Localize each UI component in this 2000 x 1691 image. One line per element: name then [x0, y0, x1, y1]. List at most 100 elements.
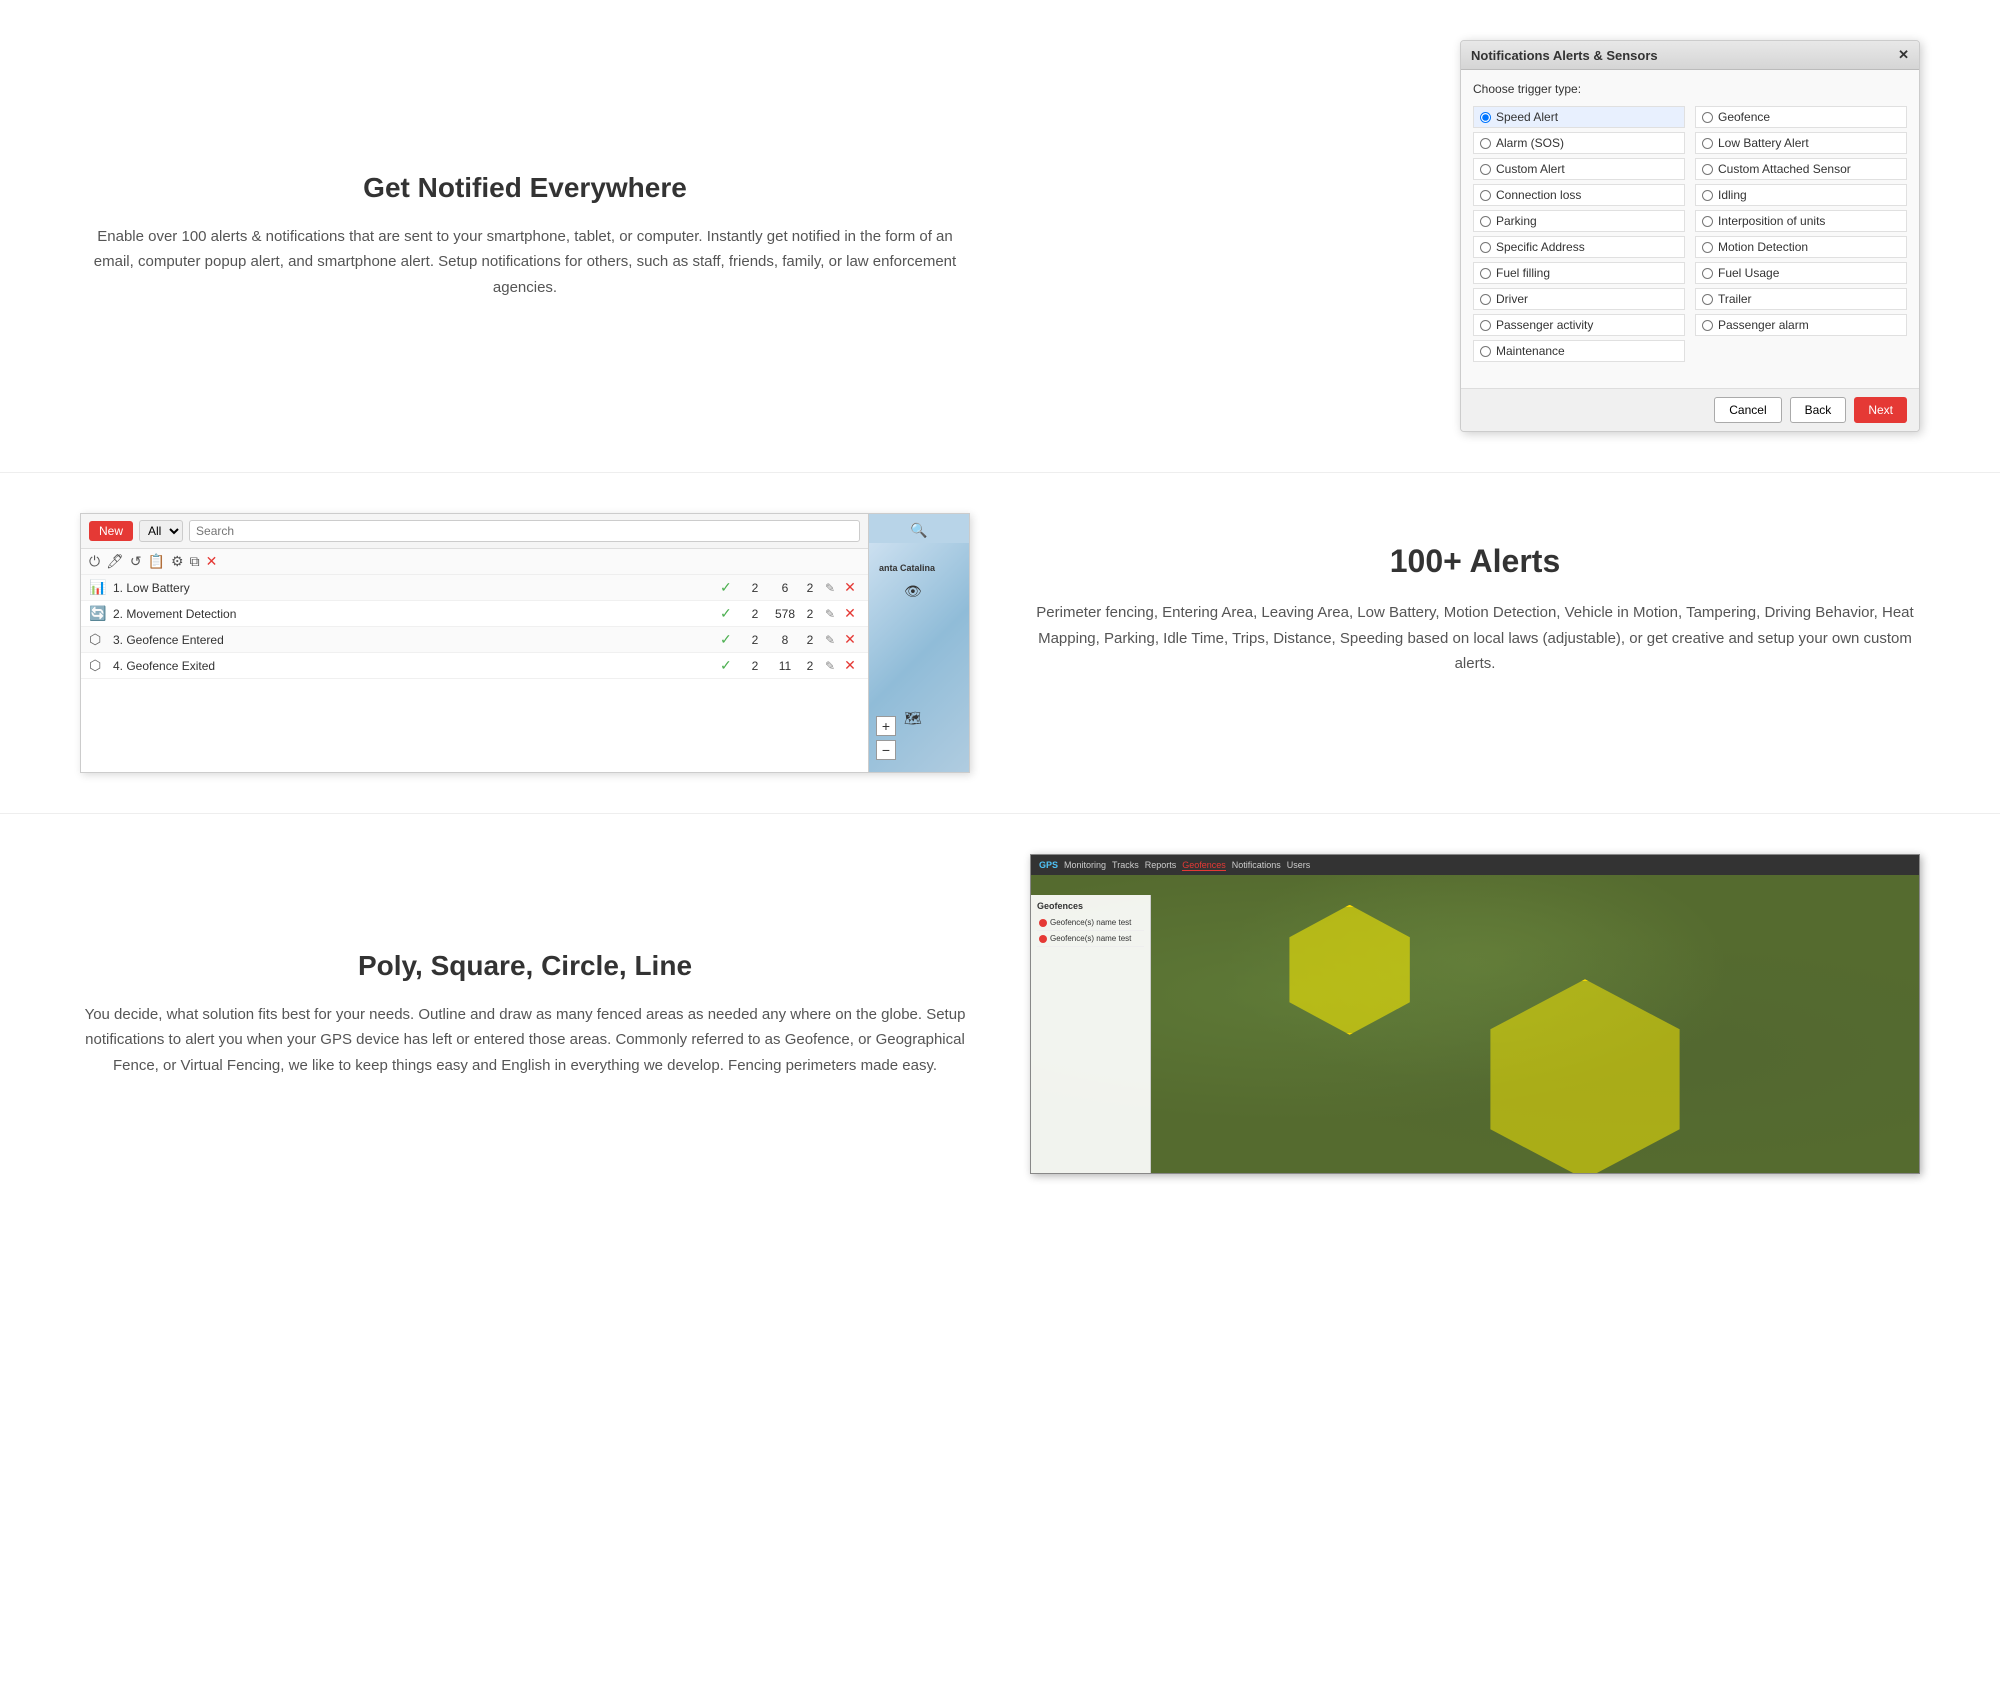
radio-motion-detection[interactable]: Motion Detection — [1695, 236, 1907, 258]
settings-icon[interactable]: ⚙ — [171, 553, 184, 570]
geo-sidebar: Geofences Geofence(s) name test Geofence… — [1031, 895, 1151, 1173]
notified-text: Get Notified Everywhere Enable over 100 … — [80, 172, 970, 301]
radio-specific-address[interactable]: Specific Address — [1473, 236, 1685, 258]
table-row: ⬡ 4. Geofence Exited ✓ 2 11 2 ✎ ✕ — [81, 653, 868, 679]
dot-icon — [1039, 919, 1047, 927]
zoom-in-button[interactable]: + — [876, 716, 896, 736]
count-events: 11 — [770, 659, 800, 673]
radio-trailer[interactable]: Trailer — [1695, 288, 1907, 310]
edit-row-icon[interactable]: ✎ — [820, 581, 840, 595]
geofence-map: GPS Monitoring Tracks Reports Geofences … — [1030, 854, 1920, 1174]
next-button[interactable]: Next — [1854, 397, 1907, 423]
alerts-toolbar: New All — [81, 514, 868, 549]
delete-row-icon[interactable]: ✕ — [840, 631, 860, 648]
count-devices: 2 — [740, 581, 770, 595]
radio-fuel-usage[interactable]: Fuel Usage — [1695, 262, 1907, 284]
dialog-title: Notifications Alerts & Sensors — [1471, 48, 1658, 63]
power-icon[interactable]: ⏻ — [89, 553, 100, 570]
tab-notifications[interactable]: Notifications — [1232, 860, 1281, 870]
radio-custom-alert[interactable]: Custom Alert — [1473, 158, 1685, 180]
tab-tracks[interactable]: Tracks — [1112, 860, 1139, 870]
table-row: 🔄 2. Movement Detection ✓ 2 578 2 ✎ ✕ — [81, 601, 868, 627]
map-area[interactable]: anta Catalina + − 👁 🗺 — [869, 543, 969, 772]
geofence-description: You decide, what solution fits best for … — [80, 1002, 970, 1079]
radio-alarm-sos[interactable]: Alarm (SOS) — [1473, 132, 1685, 154]
alert-name: 4. Geofence Exited — [113, 659, 720, 673]
alert-type-icon: ⬡ — [89, 657, 113, 674]
count-devices: 2 — [740, 607, 770, 621]
radio-empty — [1695, 340, 1907, 362]
count-events: 6 — [770, 581, 800, 595]
geofence-shape-1 — [1280, 905, 1420, 1035]
count-devices: 2 — [740, 633, 770, 647]
cancel-button[interactable]: Cancel — [1714, 397, 1781, 423]
dialog-footer: Cancel Back Next — [1461, 388, 1919, 431]
edit-row-icon[interactable]: ✎ — [820, 659, 840, 673]
zoom-out-button[interactable]: − — [876, 740, 896, 760]
close-icon[interactable]: ✕ — [1898, 47, 1909, 63]
search-map-icon[interactable]: 🔍 — [910, 522, 927, 539]
radio-fuel-filling[interactable]: Fuel filling — [1473, 262, 1685, 284]
edit-row-icon[interactable]: ✎ — [820, 633, 840, 647]
radio-driver[interactable]: Driver — [1473, 288, 1685, 310]
radio-custom-attached-sensor[interactable]: Custom Attached Sensor — [1695, 158, 1907, 180]
delete-row-icon[interactable]: ✕ — [840, 579, 860, 596]
close-all-icon[interactable]: ✕ — [206, 553, 218, 570]
search-input[interactable] — [189, 520, 860, 542]
mini-map: 🔍 anta Catalina + − 👁 🗺 — [869, 514, 969, 772]
alert-type-icon: 🔄 — [89, 605, 113, 622]
copy-icon[interactable]: ⧉ — [190, 553, 200, 570]
check-icon: ✓ — [720, 657, 740, 674]
device-icon[interactable]: 📋 — [148, 553, 165, 570]
radio-passenger-activity[interactable]: Passenger activity — [1473, 314, 1685, 336]
check-icon: ✓ — [720, 631, 740, 648]
radio-interposition[interactable]: Interposition of units — [1695, 210, 1907, 232]
radio-connection-loss[interactable]: Connection loss — [1473, 184, 1685, 206]
tab-users[interactable]: Users — [1287, 860, 1311, 870]
section-notified: Get Notified Everywhere Enable over 100 … — [0, 0, 2000, 473]
refresh-icon[interactable]: ↺ — [130, 553, 142, 570]
map-layers-icon[interactable]: 🗺 — [904, 710, 922, 727]
geo-map-body[interactable]: Geofences Geofence(s) name test Geofence… — [1031, 875, 1919, 1173]
dialog-body: Choose trigger type: Speed Alert Geofenc… — [1461, 70, 1919, 388]
radio-passenger-alarm[interactable]: Passenger alarm — [1695, 314, 1907, 336]
tab-geofences[interactable]: Geofences — [1182, 860, 1226, 871]
eye-icon[interactable]: 👁 — [904, 583, 922, 600]
back-button[interactable]: Back — [1790, 397, 1847, 423]
section-geofence: Poly, Square, Circle, Line You decide, w… — [0, 814, 2000, 1214]
list-item[interactable]: Geofence(s) name test — [1037, 915, 1144, 931]
alert-type-icon: 📊 — [89, 579, 113, 596]
radio-idling[interactable]: Idling — [1695, 184, 1907, 206]
count-recipients: 2 — [800, 633, 820, 647]
geo-sidebar-title: Geofences — [1037, 901, 1144, 911]
radio-geofence[interactable]: Geofence — [1695, 106, 1907, 128]
map-zoom-controls: + − — [874, 714, 898, 762]
alerts-list: New All ⏻ 🖊 ↺ 📋 ⚙ ⧉ ✕ — [81, 514, 869, 772]
radio-options-grid: Speed Alert Geofence Alarm (SOS) Low Bat… — [1473, 106, 1907, 362]
edit-row-icon[interactable]: ✎ — [820, 607, 840, 621]
new-alert-button[interactable]: New — [89, 521, 133, 541]
check-icon: ✓ — [720, 605, 740, 622]
geofence-shape-2 — [1475, 979, 1695, 1174]
filter-select[interactable]: All — [139, 520, 183, 542]
delete-row-icon[interactable]: ✕ — [840, 605, 860, 622]
radio-speed-alert[interactable]: Speed Alert — [1473, 106, 1685, 128]
tab-reports[interactable]: Reports — [1145, 860, 1177, 870]
app-logo-text: GPS — [1039, 860, 1058, 870]
tab-monitoring[interactable]: Monitoring — [1064, 860, 1106, 870]
count-recipients: 2 — [800, 659, 820, 673]
count-events: 578 — [770, 607, 800, 621]
delete-row-icon[interactable]: ✕ — [840, 657, 860, 674]
notified-description: Enable over 100 alerts & notifications t… — [80, 224, 970, 301]
edit-icon[interactable]: 🖊 — [106, 553, 124, 570]
alerts-description: Perimeter fencing, Entering Area, Leavin… — [1030, 600, 1920, 677]
alerts-panel: New All ⏻ 🖊 ↺ 📋 ⚙ ⧉ ✕ — [80, 513, 970, 773]
list-item[interactable]: Geofence(s) name test — [1037, 931, 1144, 947]
alerts-table: 📊 1. Low Battery ✓ 2 6 2 ✎ ✕ 🔄 2. Moveme… — [81, 575, 868, 772]
radio-maintenance[interactable]: Maintenance — [1473, 340, 1685, 362]
radio-low-battery-alert[interactable]: Low Battery Alert — [1695, 132, 1907, 154]
radio-parking[interactable]: Parking — [1473, 210, 1685, 232]
notification-dialog: Notifications Alerts & Sensors ✕ Choose … — [1460, 40, 1920, 432]
geofence-item-2: Geofence(s) name test — [1050, 934, 1131, 943]
alert-name: 2. Movement Detection — [113, 607, 720, 621]
